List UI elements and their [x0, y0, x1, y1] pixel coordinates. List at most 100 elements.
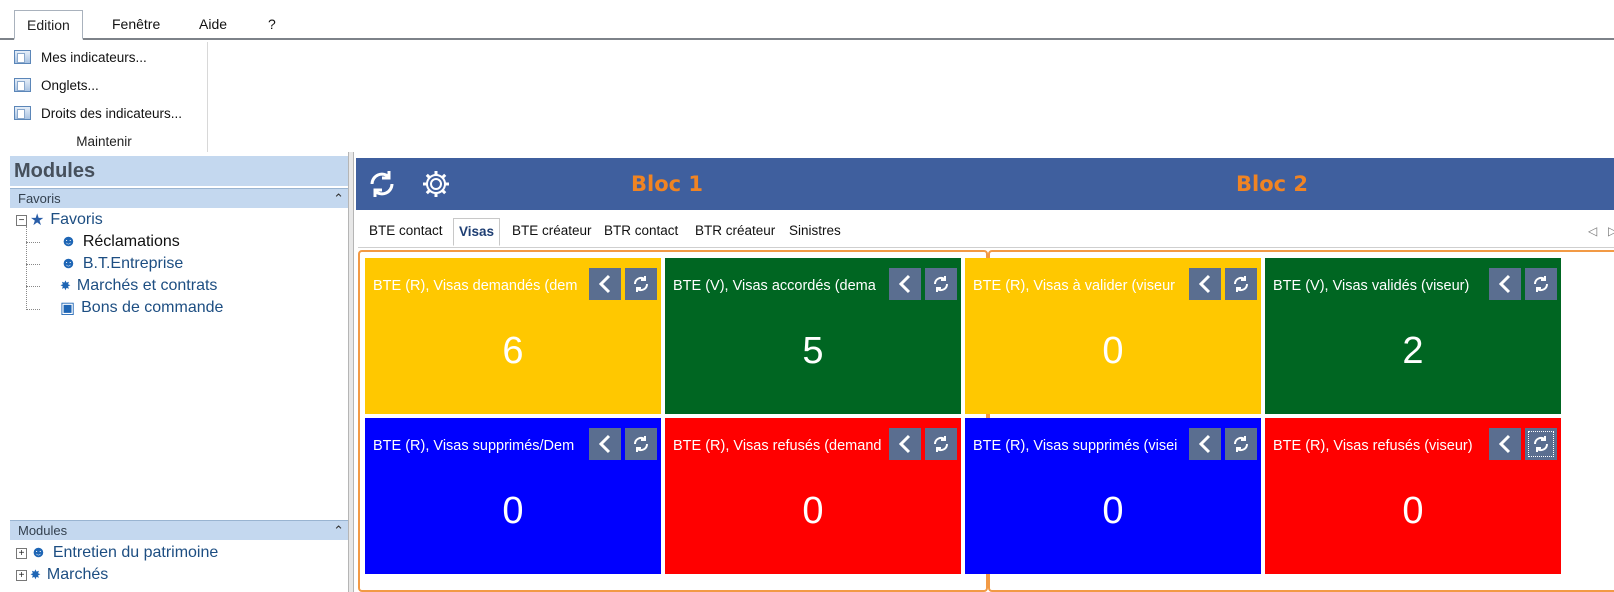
tree-item-marches[interactable]: + ✸ Marchés	[16, 564, 108, 586]
expand-tree-icon[interactable]: +	[16, 569, 27, 581]
tile-refresh-button[interactable]	[925, 428, 957, 460]
chevron-left-icon	[1498, 434, 1511, 454]
menu-edition[interactable]: Edition	[14, 10, 83, 40]
onglets-label: Onglets...	[41, 77, 99, 93]
indicator-tile[interactable]: BTE (R), Visas supprimés/Dem 0	[365, 418, 661, 574]
menu-aide[interactable]: Aide	[187, 10, 239, 38]
tree-item-bt-entreprise[interactable]: ☻ B.T.Entreprise	[60, 253, 183, 275]
collapse-icon[interactable]: ⌃	[333, 189, 344, 208]
window-icon	[14, 50, 31, 64]
tile-value: 5	[802, 330, 824, 372]
tab-sinistres[interactable]: Sinistres	[784, 218, 846, 246]
tile-title: BTE (R), Visas refusés (demand	[673, 438, 882, 454]
handshake-icon: ✸	[60, 278, 71, 293]
indicator-tile[interactable]: BTE (R), Visas refusés (viseur) 0	[1265, 418, 1561, 574]
tile-back-button[interactable]	[1489, 268, 1521, 300]
tile-refresh-button[interactable]	[925, 268, 957, 300]
tile-refresh-button[interactable]	[1225, 428, 1257, 460]
tile-value: 0	[1102, 490, 1124, 532]
tab-visas[interactable]: Visas	[453, 218, 501, 246]
tab-bte-createur[interactable]: BTE créateur	[507, 218, 597, 246]
tile-refresh-button[interactable]	[1225, 268, 1257, 300]
tree-item-label: Réclamations	[82, 233, 180, 250]
tile-back-button[interactable]	[1189, 428, 1221, 460]
chevron-left-icon	[1198, 434, 1211, 454]
tile-value: 0	[802, 490, 824, 532]
menu-help[interactable]: ?	[256, 10, 288, 38]
modules-section-header[interactable]: Modules ⌃	[10, 520, 354, 540]
tile-back-button[interactable]	[589, 268, 621, 300]
chevron-left-icon	[598, 434, 611, 454]
tab-bte-contact[interactable]: BTE contact	[364, 218, 448, 246]
indicator-tile[interactable]: BTE (R), Visas refusés (demand 0	[665, 418, 961, 574]
tree-item-reclamations[interactable]: ☻ Réclamations	[60, 231, 180, 253]
modules-section-label: Modules	[18, 523, 68, 538]
ribbon-group-label: Maintenir	[76, 134, 132, 149]
indicator-tile[interactable]: BTE (R), Visas à valider (viseur 0	[965, 258, 1261, 414]
tree-item-marches-contrats[interactable]: ✸ Marchés et contrats	[60, 275, 217, 297]
tile-refresh-button[interactable]	[625, 268, 657, 300]
indicator-tile[interactable]: BTE (R), Visas supprimés (visei 0	[965, 418, 1261, 574]
tile-title: BTE (R), Visas refusés (viseur)	[1273, 438, 1473, 454]
refresh-icon	[933, 276, 949, 292]
cart-icon: ▣	[60, 300, 76, 317]
chevron-left-icon	[1498, 274, 1511, 294]
tree-item-label: Marchés	[46, 566, 109, 583]
onglets-button[interactable]: Onglets...	[14, 74, 99, 96]
collapse-tree-icon[interactable]: −	[16, 214, 27, 226]
tree-item-label: Bons de commande	[81, 299, 224, 316]
tree-item-entretien-patrimoine[interactable]: + ☻ Entretien du patrimoine	[16, 542, 218, 564]
tile-back-button[interactable]	[1489, 428, 1521, 460]
tab-scroll-left-icon[interactable]: ◁	[1588, 224, 1597, 238]
mes-indicateurs-label: Mes indicateurs...	[41, 49, 147, 65]
bloc2-title: Bloc 2	[1236, 172, 1309, 196]
star-icon: ★	[30, 212, 45, 229]
favoris-section-header[interactable]: Favoris ⌃	[10, 188, 354, 208]
tree-favoris-root[interactable]: − ★ Favoris	[16, 209, 103, 231]
handshake-icon: ✸	[30, 567, 41, 582]
tree-line	[26, 309, 40, 310]
tab-scroll-right-icon[interactable]: ▷	[1608, 224, 1614, 238]
window-icon	[14, 78, 31, 92]
tab-btr-contact[interactable]: BTR contact	[599, 218, 683, 246]
expand-tree-icon[interactable]: +	[16, 547, 27, 559]
tile-title: BTE (R), Visas à valider (viseur	[973, 278, 1175, 294]
tile-back-button[interactable]	[889, 268, 921, 300]
tile-refresh-button[interactable]	[1525, 428, 1557, 460]
tile-back-button[interactable]	[589, 428, 621, 460]
refresh-icon	[633, 276, 649, 292]
droits-indicateurs-label: Droits des indicateurs...	[41, 105, 183, 121]
collapse-icon[interactable]: ⌃	[333, 521, 344, 540]
modules-panel-title: Modules	[10, 156, 354, 186]
chevron-left-icon	[898, 434, 911, 454]
tree-line	[26, 264, 40, 265]
person-icon: ☻	[30, 544, 47, 561]
tree-line	[26, 286, 40, 287]
refresh-icon	[1533, 276, 1549, 292]
panel-splitter[interactable]	[348, 152, 354, 592]
dashboard-tabs: BTE contact Visas BTE créateur BTR conta…	[358, 212, 1614, 248]
tile-back-button[interactable]	[1189, 268, 1221, 300]
tree-item-bons-commande[interactable]: ▣ Bons de commande	[60, 297, 223, 319]
window-icon	[14, 106, 31, 120]
refresh-icon	[1233, 276, 1249, 292]
menu-bar: Edition Fenêtre Aide ?	[0, 10, 1614, 40]
indicator-tile[interactable]: BTE (V), Visas accordés (dema 5	[665, 258, 961, 414]
chevron-left-icon	[598, 274, 611, 294]
person-icon: ☻	[60, 233, 77, 250]
tile-value: 2	[1402, 330, 1424, 372]
indicator-tile[interactable]: BTE (V), Visas validés (viseur) 2	[1265, 258, 1561, 414]
tile-back-button[interactable]	[889, 428, 921, 460]
tile-refresh-button[interactable]	[625, 428, 657, 460]
mes-indicateurs-button[interactable]: Mes indicateurs...	[14, 46, 147, 68]
settings-gear-icon[interactable]	[420, 168, 452, 200]
menu-fenetre[interactable]: Fenêtre	[100, 10, 172, 38]
indicator-tile[interactable]: BTE (R), Visas demandés (dem 6	[365, 258, 661, 414]
left-panel: Modules Favoris ⌃ − ★ Favoris ☻ Réclamat…	[0, 156, 356, 592]
tile-refresh-button[interactable]	[1525, 268, 1557, 300]
droits-indicateurs-button[interactable]: Droits des indicateurs...	[14, 102, 182, 124]
refresh-all-icon[interactable]	[366, 168, 398, 200]
tab-btr-createur[interactable]: BTR créateur	[690, 218, 780, 246]
tile-title: BTE (V), Visas validés (viseur)	[1273, 278, 1470, 294]
tile-value: 0	[502, 490, 524, 532]
